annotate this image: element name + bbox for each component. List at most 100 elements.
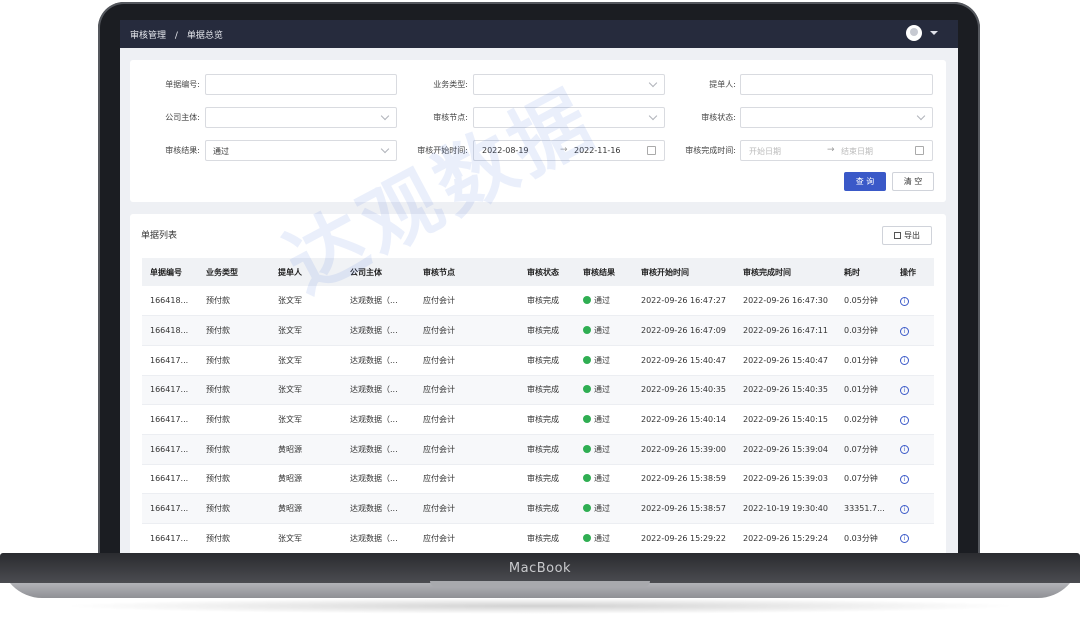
col-start-time[interactable]: 审核开始时间: [633, 258, 735, 286]
info-icon[interactable]: i: [900, 474, 909, 484]
table-cell: 审核完成: [519, 493, 575, 524]
table-row[interactable]: 166417... 预付款 黄昭源 达观数据（... 应付会计 审核完成 通过 2022-09…: [142, 434, 934, 465]
laptop-base-top: MacBook: [0, 553, 1080, 583]
table-cell: 2022-09-26 15:29:24: [735, 523, 836, 553]
result-text: 通过: [594, 296, 610, 306]
table-row[interactable]: 166418... 预付款 张文军 达观数据（... 应付会计 审核完成 通过 2022-09…: [142, 315, 934, 346]
info-icon[interactable]: i: [900, 445, 909, 455]
table-cell: 达观数据（...: [342, 345, 415, 376]
table-row[interactable]: 166417... 预付款 张文军 达观数据（... 应付会计 审核完成 通过 2022-09…: [142, 404, 934, 435]
table-cell: 审核完成: [519, 345, 575, 376]
table-row[interactable]: 166417... 预付款 张文军 达观数据（... 应付会计 审核完成 通过 2022-09…: [142, 375, 934, 406]
table-cell: 2022-09-26 15:40:35: [735, 375, 836, 406]
table-cell: 应付会计: [415, 493, 519, 524]
table-row[interactable]: 166418... 预付款 张文军 达观数据（... 应付会计 审核完成 通过 2022-09…: [142, 286, 934, 317]
table-cell: 审核完成: [519, 315, 575, 346]
clear-button[interactable]: 清 空: [892, 172, 934, 191]
check-circle-icon: [583, 415, 591, 424]
biz-type-select[interactable]: [473, 74, 665, 95]
laptop-base: MacBook: [0, 553, 1080, 598]
start-time-range[interactable]: 2022-08-19 → 2022-11-16: [473, 140, 665, 161]
filter-panel: 单据编号: 业务类型: 提单人: 公司主体: 审核节点: 审核状态: 审核结果:…: [130, 60, 946, 202]
table-cell: 张文军: [270, 315, 342, 346]
col-submitter[interactable]: 提单人: [270, 258, 342, 286]
table-cell: 2022-09-26 15:38:59: [633, 464, 735, 495]
table-cell: 预付款: [198, 434, 270, 465]
table-cell: 预付款: [198, 315, 270, 346]
export-button[interactable]: 导出: [882, 226, 932, 245]
table-cell: 166417...: [142, 345, 198, 376]
action-cell: i: [892, 493, 934, 524]
result-cell: 通过: [575, 523, 633, 553]
status-select[interactable]: [740, 107, 933, 128]
laptop-brand-label: MacBook: [508, 561, 572, 576]
table-cell: 0.07分钟: [836, 464, 892, 495]
col-doc-no[interactable]: 单据编号: [142, 258, 198, 286]
table-cell: 达观数据（...: [342, 286, 415, 317]
col-result[interactable]: 审核结果: [575, 258, 633, 286]
result-text: 通过: [594, 326, 610, 336]
table-cell: 166417...: [142, 523, 198, 553]
info-icon[interactable]: i: [900, 356, 909, 366]
node-select[interactable]: [473, 107, 665, 128]
breadcrumb-item-doc-overview: 单据总览: [186, 31, 223, 41]
range-arrow-icon: →: [560, 145, 568, 155]
result-label: 审核结果:: [165, 146, 200, 155]
query-button[interactable]: 查 询: [844, 172, 886, 191]
breadcrumb: 审核管理 / 单据总览: [130, 28, 229, 41]
table-row[interactable]: 166417... 预付款 黄昭源 达观数据（... 应付会计 审核完成 通过 2022-09…: [142, 493, 934, 524]
submitter-input[interactable]: [740, 74, 933, 95]
table-cell: 2022-09-26 15:38:57: [633, 493, 735, 524]
col-node[interactable]: 审核节点: [415, 258, 519, 286]
calendar-icon: [915, 146, 924, 155]
table-cell: 审核完成: [519, 523, 575, 553]
info-icon[interactable]: i: [900, 326, 909, 336]
result-select[interactable]: 通过: [205, 140, 397, 161]
user-menu[interactable]: [906, 25, 938, 41]
doc-table: 单据编号 业务类型 提单人 公司主体 审核节点 审核状态 审核结果 审核开始时间…: [142, 258, 934, 553]
table-cell: 黄昭源: [270, 493, 342, 524]
table-cell: 预付款: [198, 345, 270, 376]
table-row[interactable]: 166417... 预付款 黄昭源 达观数据（... 应付会计 审核完成 通过 2022-09…: [142, 464, 934, 495]
breadcrumb-item-audit-management[interactable]: 审核管理: [130, 31, 166, 41]
avatar[interactable]: [906, 25, 922, 41]
info-icon[interactable]: i: [900, 415, 909, 425]
col-duration[interactable]: 耗时: [836, 258, 892, 286]
table-cell: 2022-09-26 16:47:27: [633, 286, 735, 317]
result-cell: 通过: [575, 404, 633, 435]
info-icon[interactable]: i: [900, 534, 909, 544]
table-cell: 张文军: [270, 523, 342, 553]
table-cell: 审核完成: [519, 464, 575, 495]
doc-no-input[interactable]: [205, 74, 397, 95]
result-cell: 通过: [575, 434, 633, 465]
table-row[interactable]: 166417... 预付款 张文军 达观数据（... 应付会计 审核完成 通过 2022-09…: [142, 345, 934, 376]
check-circle-icon: [583, 326, 591, 335]
info-icon[interactable]: i: [900, 385, 909, 395]
table-cell: 达观数据（...: [342, 434, 415, 465]
result-cell: 通过: [575, 315, 633, 346]
info-icon[interactable]: i: [900, 296, 909, 306]
company-select[interactable]: [205, 107, 397, 128]
result-text: 通过: [594, 385, 610, 395]
table-cell: 张文军: [270, 404, 342, 435]
action-cell: i: [892, 286, 934, 317]
table-cell: 0.02分钟: [836, 404, 892, 435]
action-cell: i: [892, 464, 934, 495]
calendar-icon: [647, 146, 656, 155]
col-end-time[interactable]: 审核完成时间: [735, 258, 836, 286]
info-icon[interactable]: i: [900, 504, 909, 514]
table-row[interactable]: 166417... 预付款 张文军 达观数据（... 应付会计 审核完成 通过 2022-09…: [142, 523, 934, 553]
chevron-down-icon[interactable]: [930, 31, 938, 35]
table-cell: 审核完成: [519, 434, 575, 465]
table-cell: 166418...: [142, 286, 198, 317]
result-text: 通过: [594, 474, 610, 484]
end-time-range[interactable]: 开始日期 → 结束日期: [740, 140, 933, 161]
biz-type-label: 业务类型:: [433, 80, 468, 89]
col-status[interactable]: 审核状态: [519, 258, 575, 286]
col-biz-type[interactable]: 业务类型: [198, 258, 270, 286]
node-label: 审核节点:: [433, 113, 468, 122]
table-cell: 166417...: [142, 375, 198, 406]
table-cell: 166417...: [142, 434, 198, 465]
col-company[interactable]: 公司主体: [342, 258, 415, 286]
table-cell: 应付会计: [415, 464, 519, 495]
